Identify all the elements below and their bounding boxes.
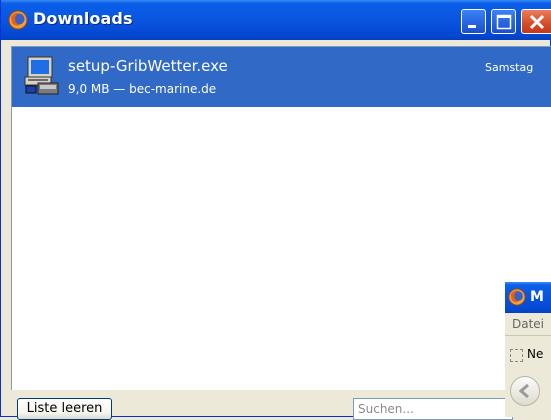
footer-bar: Liste leeren — [1, 392, 551, 420]
downloads-window: Downloads setup-GribWetter.exe Samstag 9… — [0, 0, 551, 420]
firefox-icon — [8, 10, 28, 30]
back-button[interactable] — [510, 376, 540, 406]
close-button[interactable] — [521, 9, 551, 34]
maximize-button[interactable] — [491, 9, 516, 34]
downloads-list[interactable]: setup-GribWetter.exe Samstag 9,0 MB — be… — [11, 46, 551, 390]
checkbox-icon[interactable] — [510, 349, 523, 362]
installer-icon — [24, 55, 60, 95]
background-toolbar: Ne — [505, 335, 551, 406]
toolbar-label[interactable]: Ne — [527, 347, 543, 361]
window-title: Downloads — [33, 9, 133, 28]
background-title-bar[interactable]: M — [505, 282, 551, 313]
back-arrow-icon — [518, 383, 529, 399]
download-item[interactable]: setup-GribWetter.exe Samstag 9,0 MB — be… — [12, 47, 551, 107]
minimize-icon — [468, 25, 476, 28]
download-meta: 9,0 MB — bec-marine.de — [68, 82, 217, 96]
firefox-icon — [508, 288, 526, 306]
title-bar[interactable]: Downloads — [1, 0, 551, 40]
download-date: Samstag — [485, 61, 534, 74]
background-window-title: M — [530, 289, 544, 305]
maximize-icon — [496, 14, 512, 30]
background-menu-bar: Datei — [505, 313, 551, 335]
close-icon — [529, 14, 545, 30]
menu-item-datei[interactable]: Datei — [512, 317, 544, 331]
download-filename: setup-GribWetter.exe — [68, 57, 228, 75]
minimize-button[interactable] — [461, 9, 486, 34]
background-window[interactable]: M Datei Ne — [505, 282, 551, 417]
